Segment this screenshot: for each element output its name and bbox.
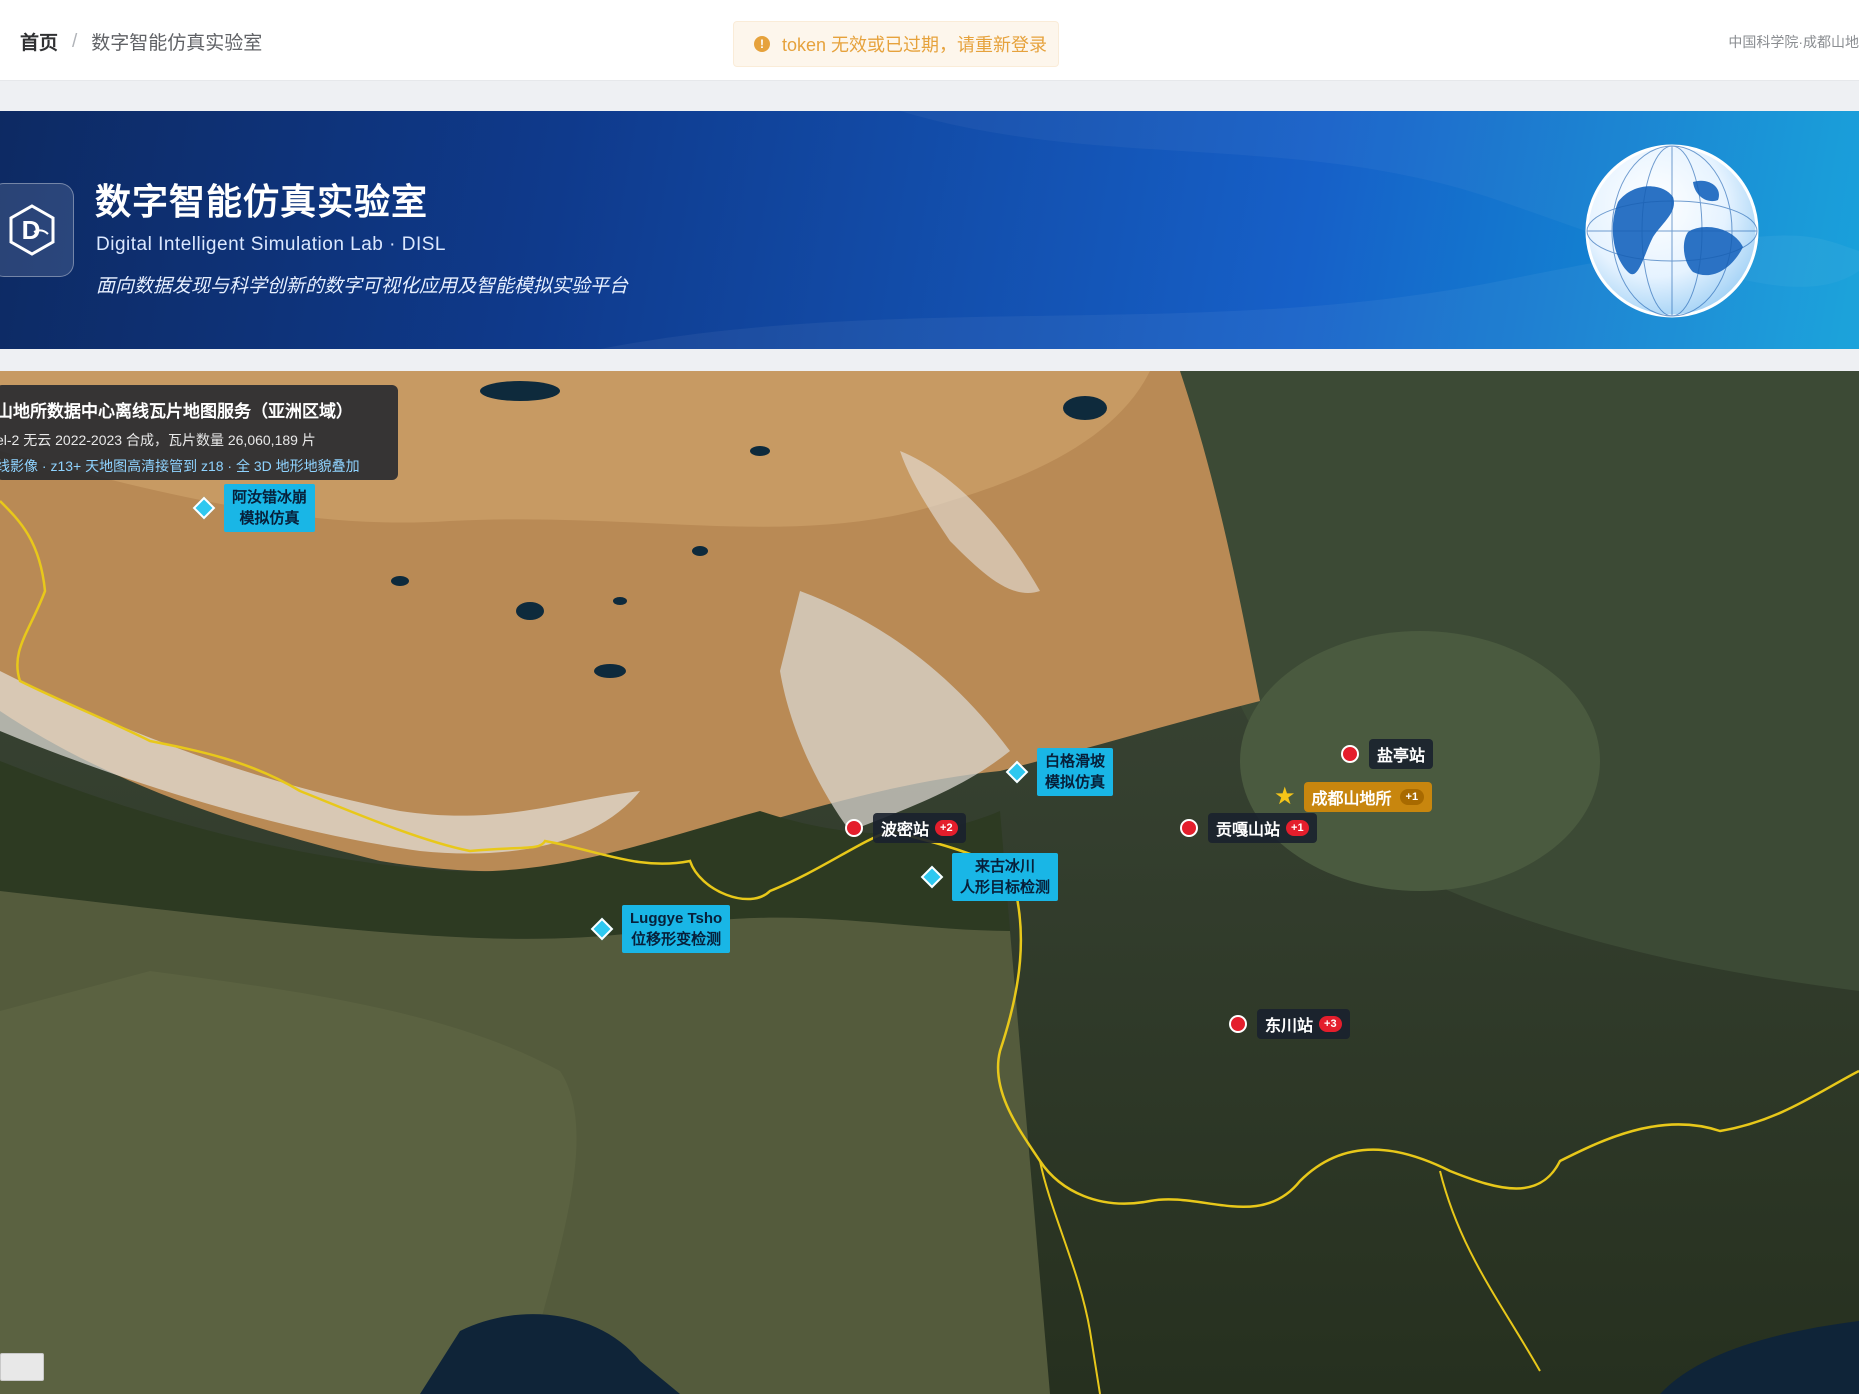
satellite-map[interactable]: 山地所数据中心离线瓦片地图服务（亚洲区域） el-2 无云 2022-2023 … <box>0 371 1859 1394</box>
station-marker-gongga[interactable]: 贡嘎山站 +1 <box>1180 813 1317 843</box>
sim-label[interactable]: 白格滑坡 模拟仿真 <box>1037 748 1114 796</box>
sim-label-title: 来古冰川 <box>975 858 1036 875</box>
station-marker-dongchuan[interactable]: 东川站 +3 <box>1229 1009 1350 1039</box>
station-name: 贡嘎山站 <box>1216 822 1281 839</box>
sim-label-title: 阿汝错冰崩 <box>232 489 308 506</box>
globe-icon <box>1585 144 1759 318</box>
banner-decoration <box>600 111 1859 349</box>
tile-service-info-panel: 山地所数据中心离线瓦片地图服务（亚洲区域） el-2 无云 2022-2023 … <box>0 385 398 480</box>
station-count-badge: +3 <box>1319 1016 1342 1032</box>
sim-label[interactable]: Luggye Tsho 位移形变检测 <box>622 905 731 953</box>
institute-count-badge: +1 <box>1399 789 1425 805</box>
sim-label-type: 模拟仿真 <box>1045 774 1106 791</box>
sim-label-title: 白格滑坡 <box>1045 753 1106 770</box>
station-dot-icon <box>1229 1015 1247 1033</box>
diamond-marker-icon <box>192 496 216 520</box>
star-icon: ★ <box>1274 783 1296 810</box>
toast-message: token 无效或已过期，请重新登录 <box>782 35 1048 55</box>
token-expired-toast: ! token 无效或已过期，请重新登录 <box>733 21 1059 67</box>
tile-service-title: 山地所数据中心离线瓦片地图服务（亚洲区域） <box>0 402 353 421</box>
station-label[interactable]: 贡嘎山站 +1 <box>1208 813 1317 843</box>
breadcrumb-separator: / <box>72 30 78 52</box>
institute-name: 成都山地所 <box>1311 791 1392 808</box>
warning-icon: ! <box>754 36 770 52</box>
sim-marker-baige[interactable]: 白格滑坡 模拟仿真 <box>1005 748 1114 796</box>
diamond-marker-icon <box>1005 760 1029 784</box>
tile-service-stats: el-2 无云 2022-2023 合成，瓦片数量 26,060,189 片 <box>0 432 316 448</box>
breadcrumb-current: 数字智能仿真实验室 <box>91 33 263 54</box>
station-count-badge: +2 <box>935 820 958 836</box>
breadcrumb-home-link[interactable]: 首页 <box>20 28 58 55</box>
station-dot-icon <box>1341 745 1359 763</box>
institute-marker-chengdu[interactable]: ★ 成都山地所 +1 <box>1274 782 1433 812</box>
sim-marker-laigu[interactable]: 来古冰川 人形目标检测 <box>920 853 1059 901</box>
station-name: 盐亭站 <box>1377 748 1426 765</box>
lab-banner: D 数字智能仿真实验室 Digital Intelligent Simulati… <box>0 111 1859 349</box>
sim-label[interactable]: 来古冰川 人形目标检测 <box>952 853 1059 901</box>
station-dot-icon <box>1180 819 1198 837</box>
map-corner-control-button[interactable] <box>0 1353 44 1381</box>
station-dot-icon <box>845 819 863 837</box>
sim-marker-aru-co[interactable]: 阿汝错冰崩 模拟仿真 <box>192 484 316 532</box>
station-name: 东川站 <box>1265 1018 1314 1035</box>
lab-logo-icon: D <box>9 204 55 256</box>
station-label[interactable]: 盐亭站 <box>1369 739 1434 769</box>
lab-logo: D <box>0 183 74 277</box>
sim-marker-luggye-tsho[interactable]: Luggye Tsho 位移形变检测 <box>590 905 731 953</box>
sim-label-title: Luggye Tsho <box>630 910 723 927</box>
breadcrumb: 首页 / 数字智能仿真实验室 <box>20 28 262 55</box>
sim-label-type: 模拟仿真 <box>239 510 300 527</box>
institute-label[interactable]: 成都山地所 +1 <box>1303 782 1433 812</box>
diamond-marker-icon <box>590 917 614 941</box>
station-label[interactable]: 东川站 +3 <box>1257 1009 1350 1039</box>
diamond-marker-icon <box>920 865 944 889</box>
station-marker-yanting[interactable]: 盐亭站 <box>1341 739 1434 769</box>
station-marker-bomi[interactable]: 波密站 +2 <box>845 813 966 843</box>
sim-label-type: 人形目标检测 <box>960 879 1051 896</box>
banner-description: 面向数据发现与科学创新的数字可视化应用及智能模拟实验平台 <box>96 276 629 297</box>
sim-label[interactable]: 阿汝错冰崩 模拟仿真 <box>224 484 316 532</box>
org-name: 中国科学院·成都山地 <box>1728 34 1859 50</box>
banner-subtitle: Digital Intelligent Simulation Lab · DIS… <box>96 234 447 255</box>
station-name: 波密站 <box>881 822 930 839</box>
station-label[interactable]: 波密站 +2 <box>873 813 966 843</box>
banner-title: 数字智能仿真实验室 <box>95 181 429 222</box>
sim-label-type: 位移形变检测 <box>631 931 722 948</box>
tile-service-layers: 线影像 · z13+ 天地图高清接管到 z18 · 全 3D 地形地貌叠加 <box>0 458 360 474</box>
station-count-badge: +1 <box>1286 820 1309 836</box>
